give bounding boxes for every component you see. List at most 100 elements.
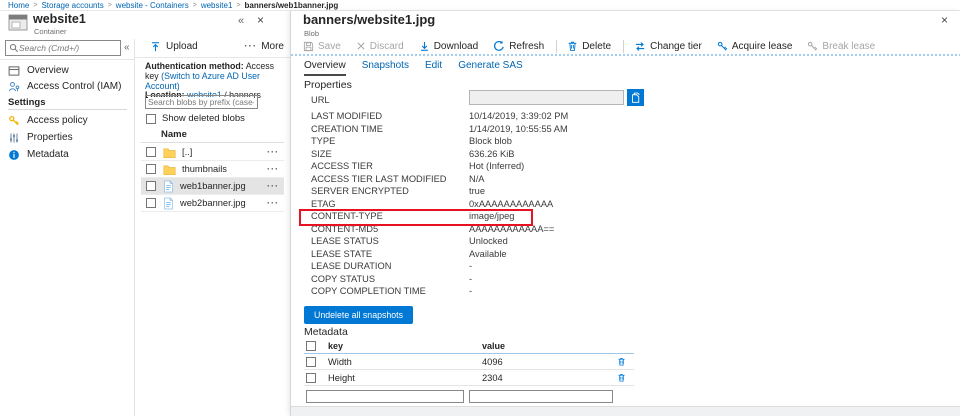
dotted-divider [291, 54, 960, 56]
row-checkbox[interactable] [306, 372, 316, 383]
row-checkbox[interactable] [146, 181, 156, 191]
collapse-icon[interactable]: « [124, 42, 130, 53]
tab-snapshots[interactable]: Snapshots [362, 60, 409, 76]
breadcrumb-separator: > [192, 1, 197, 9]
row-menu-icon[interactable]: ··· [267, 147, 279, 157]
blob-list-row-web1banner[interactable]: web1banner.jpg ··· [141, 178, 284, 195]
upload-button[interactable]: Upload [145, 41, 198, 53]
property-value: Unlocked [469, 236, 508, 247]
more-button[interactable]: ··· More [244, 41, 284, 52]
nav-search-input[interactable] [19, 43, 115, 53]
refresh-button[interactable]: Refresh [493, 40, 544, 52]
breadcrumb-separator: > [33, 1, 38, 9]
blob-explorer: Upload ··· More Authentication method: A… [135, 11, 290, 416]
sidebar-item-access-policy[interactable]: Access policy [0, 113, 135, 128]
container-nav: « Overview Access Control (IAM) Settings [0, 39, 135, 416]
property-row: SERVER ENCRYPTED true [311, 185, 641, 198]
properties-list: LAST MODIFIED 10/14/2019, 3:39:02 PM CREA… [299, 110, 641, 298]
property-row: ACCESS TIER LAST MODIFIED N/A [311, 173, 641, 186]
row-checkbox[interactable] [146, 198, 156, 208]
trash-icon[interactable] [617, 356, 626, 367]
tab-overview[interactable]: Overview [304, 60, 346, 76]
acquire-lease-button[interactable]: Acquire lease [717, 40, 793, 52]
file-icon [163, 196, 174, 210]
property-label: TYPE [311, 136, 336, 147]
change-tier-button[interactable]: Change tier [634, 41, 702, 52]
overview-icon [8, 65, 20, 77]
metadata-value: 4096 [482, 356, 503, 367]
discard-button[interactable]: Discard [356, 41, 404, 52]
change-tier-label: Change tier [650, 40, 702, 52]
row-checkbox[interactable] [306, 356, 316, 367]
delete-label: Delete [582, 40, 612, 52]
row-menu-icon[interactable]: ··· [267, 181, 279, 191]
sidebar-item-properties[interactable]: Properties [0, 130, 135, 145]
blob-search-input[interactable] [148, 97, 254, 107]
download-button[interactable]: Download [419, 40, 478, 52]
toolbar-divider [623, 39, 625, 53]
new-metadata-value-input[interactable] [469, 390, 613, 403]
blob-title: banners/website1.jpg [303, 12, 436, 27]
name-column-header: Name [161, 129, 187, 140]
property-label: CONTENT-TYPE [311, 211, 383, 222]
key-icon [8, 115, 20, 127]
info-icon [8, 149, 20, 161]
row-menu-icon[interactable]: ··· [267, 164, 279, 174]
acquire-lease-label: Acquire lease [731, 40, 793, 52]
blob-name: [..] [182, 147, 193, 157]
properties-heading: Properties [304, 79, 352, 91]
show-deleted-checkbox[interactable] [146, 113, 156, 124]
discard-label: Discard [369, 40, 404, 52]
property-value: 636.26 KiB [469, 148, 515, 159]
url-field [469, 90, 624, 105]
trash-icon[interactable] [617, 372, 626, 383]
breadcrumb-website1[interactable]: website1 [201, 1, 233, 10]
row-checkbox[interactable] [146, 164, 156, 174]
new-metadata-key-input[interactable] [306, 390, 464, 403]
property-value: 10/14/2019, 3:39:02 PM [469, 111, 569, 122]
breadcrumb-current-blob: banners/web1banner.jpg [244, 0, 339, 10]
close-icon[interactable]: × [941, 13, 948, 27]
delete-icon [567, 40, 578, 52]
row-menu-icon[interactable]: ··· [267, 198, 279, 208]
property-value: - [469, 261, 473, 272]
more-label: More [261, 41, 284, 52]
switch-auth-link[interactable]: (Switch to Azure AD User Account) [145, 71, 260, 91]
blade-scrollbar-track[interactable] [291, 406, 960, 416]
sidebar-item-access-control[interactable]: Access Control (IAM) [0, 79, 135, 94]
blob-list-row-web2banner[interactable]: web2banner.jpg ··· [141, 195, 284, 212]
blob-list-row-parent[interactable]: [..] ··· [141, 144, 284, 161]
save-button[interactable]: Save [303, 41, 341, 52]
undelete-snapshots-button[interactable]: Undelete all snapshots [304, 306, 414, 324]
breadcrumb-home[interactable]: Home [8, 1, 29, 10]
access-control-icon [8, 81, 20, 93]
breadcrumb-website-containers[interactable]: website - Containers [116, 1, 189, 10]
breadcrumb-storage-accounts[interactable]: Storage accounts [41, 1, 103, 10]
break-lease-button[interactable]: Break lease [807, 41, 875, 52]
folder-icon [163, 147, 176, 158]
property-label: LEASE DURATION [311, 261, 392, 272]
delete-button[interactable]: Delete [567, 40, 611, 52]
metadata-row-width: Width 4096 [304, 354, 634, 370]
properties-icon [8, 132, 20, 144]
toolbar-divider [556, 39, 558, 53]
property-value: Hot (Inferred) [469, 161, 525, 172]
key-column-header: key [328, 341, 344, 351]
copy-url-button[interactable] [627, 89, 644, 106]
url-label: URL [311, 95, 330, 105]
property-value: 0xAAAAAAAAAAAA [469, 198, 554, 209]
tab-generate-sas[interactable]: Generate SAS [458, 60, 522, 76]
select-all-checkbox[interactable] [306, 341, 316, 351]
row-checkbox[interactable] [146, 147, 156, 157]
copy-icon [631, 92, 641, 103]
sidebar-item-overview[interactable]: Overview [0, 63, 135, 78]
divider [135, 57, 290, 58]
tab-edit[interactable]: Edit [425, 60, 442, 76]
sidebar-item-metadata[interactable]: Metadata [0, 147, 135, 162]
property-label: LEASE STATE [311, 248, 373, 259]
metadata-key: Height [328, 372, 355, 383]
search-icon [9, 43, 19, 53]
blob-list-row-thumbnails[interactable]: thumbnails ··· [141, 161, 284, 178]
discard-icon [356, 41, 366, 51]
property-label: CREATION TIME [311, 123, 383, 134]
